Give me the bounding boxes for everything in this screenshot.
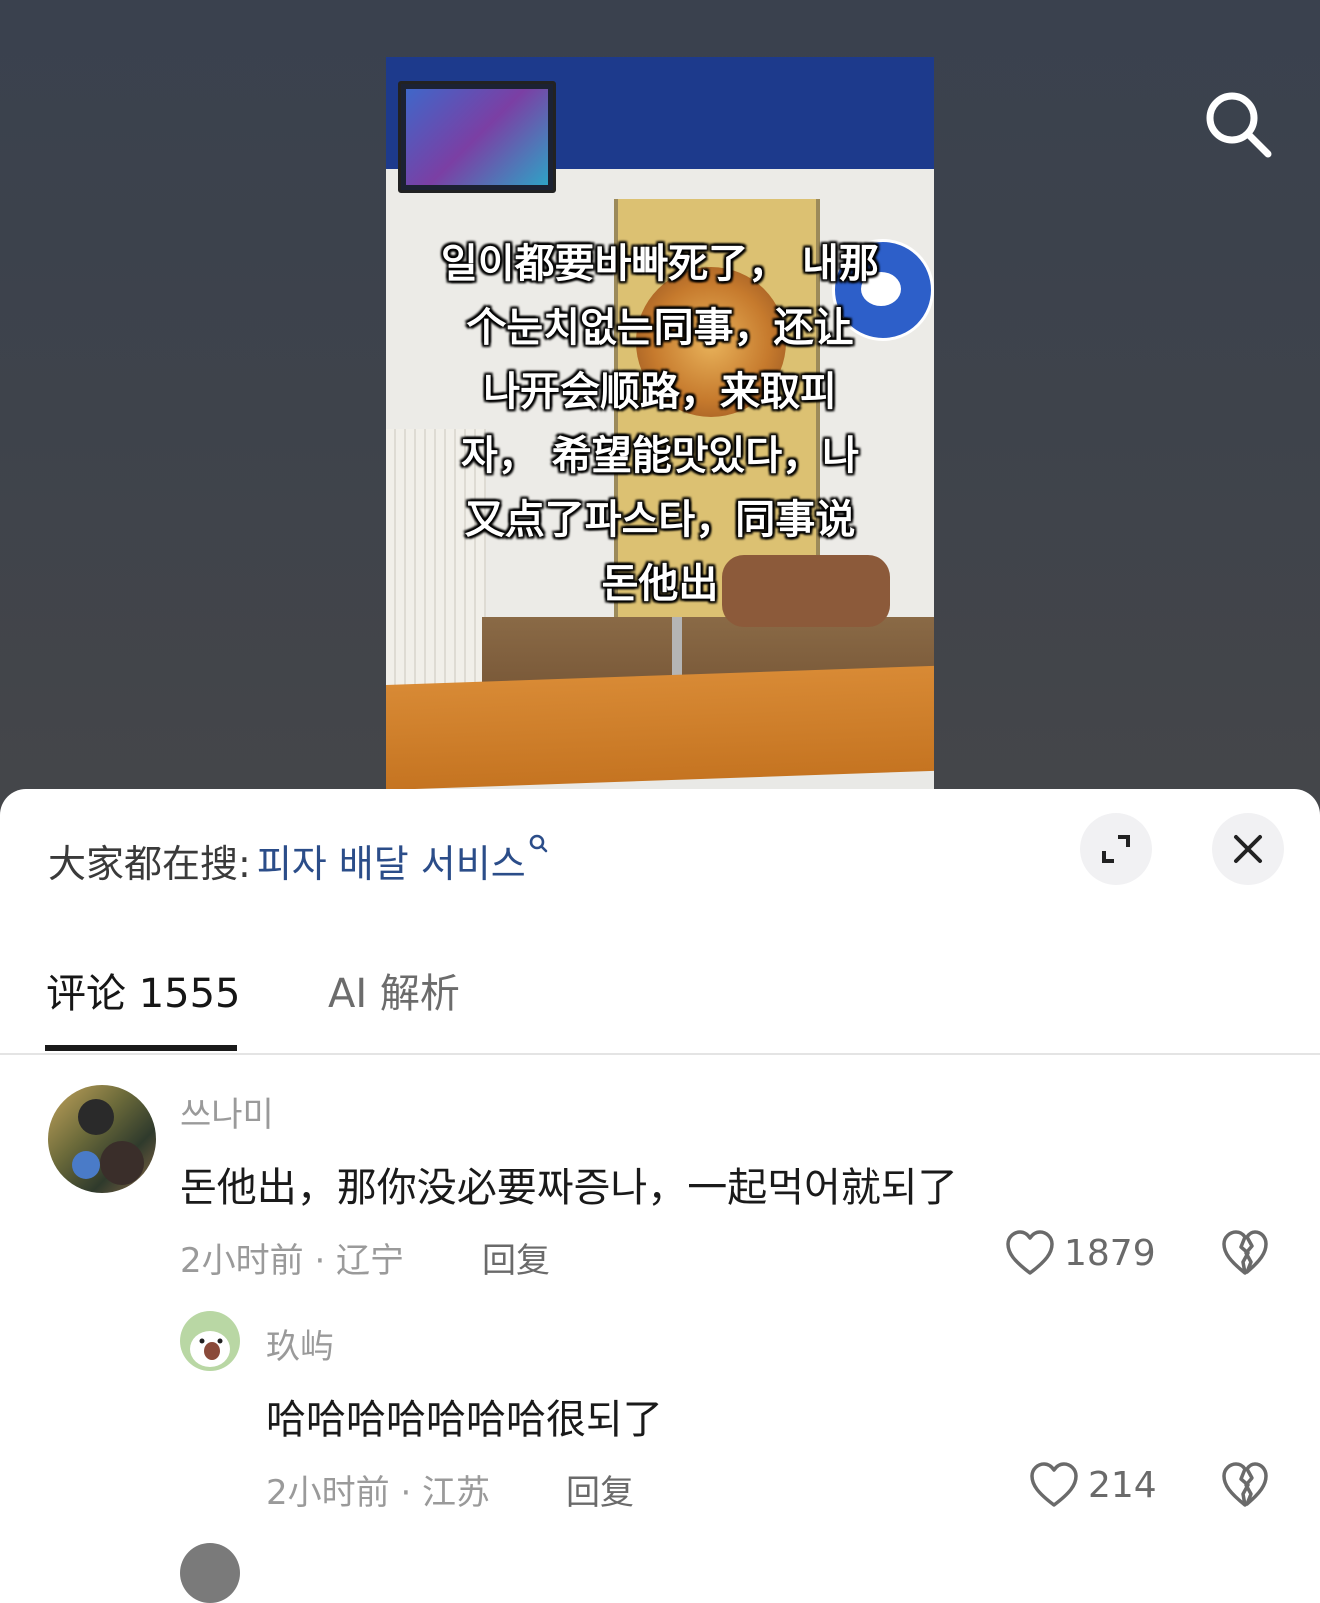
search-icon: [1206, 92, 1272, 158]
reply-button[interactable]: 回复: [566, 1465, 634, 1514]
like-button[interactable]: 214: [1028, 1461, 1157, 1509]
active-tab-indicator: [45, 1045, 237, 1051]
avatar-image: [72, 1099, 144, 1185]
close-button[interactable]: [1212, 813, 1284, 885]
caption-line: 돈他出: [601, 561, 719, 607]
dislike-button[interactable]: [1220, 1229, 1270, 1281]
caption-line: 일이都要바빠死了， 내那: [441, 241, 879, 287]
like-button[interactable]: 1879: [1004, 1229, 1156, 1277]
expand-icon: [1102, 835, 1130, 863]
trending-query: 피자 배달 서비스: [256, 841, 526, 886]
caption-line: 又点了파스타，同事说: [464, 497, 856, 543]
broken-heart-icon: [1222, 1462, 1268, 1507]
comment-meta: 2小时前 · 江苏: [266, 1473, 491, 1513]
video-caption: 일이都要바빠死了， 내那 个눈치없는同事，还让 나开会顺路，来取피 자， 希望能…: [420, 232, 900, 616]
avatar[interactable]: [180, 1543, 240, 1603]
scene-tv: [398, 81, 556, 193]
expand-button[interactable]: [1080, 813, 1152, 885]
avatar[interactable]: [180, 1311, 240, 1371]
caption-line: 나开会顺路，来取피: [483, 369, 837, 415]
avatar[interactable]: [48, 1085, 156, 1193]
dislike-button[interactable]: [1220, 1461, 1270, 1513]
avatar-image: [190, 1331, 230, 1367]
comment-sheet: 大家都在搜: 피자 배달 서비스 评论 1555 AI 解析 쓰나미 돈他出，那…: [0, 789, 1320, 1603]
comment-username[interactable]: 쓰나미: [180, 1087, 274, 1136]
comment-text: 哈哈哈哈哈哈哈很되了: [266, 1397, 663, 1443]
like-count: 214: [1088, 1464, 1157, 1506]
tab-ai-analysis[interactable]: AI 解析: [328, 961, 460, 1019]
heart-icon: [1030, 1462, 1078, 1507]
scene-table: [386, 665, 934, 790]
comment-meta: 2小时前 · 辽宁: [180, 1241, 405, 1281]
trending-label: 大家都在搜:: [48, 841, 251, 886]
close-icon: [1234, 835, 1262, 863]
search-icon: [529, 834, 548, 852]
reply-button[interactable]: 回复: [482, 1233, 550, 1282]
like-count: 1879: [1064, 1232, 1156, 1274]
broken-heart-icon: [1222, 1230, 1268, 1275]
trending-search: 大家都在搜: 피자 배달 서비스: [48, 829, 550, 891]
caption-line: 个눈치없는同事，还让: [466, 305, 854, 351]
tab-comments[interactable]: 评论 1555: [46, 961, 241, 1019]
trending-query-link[interactable]: 피자 배달 서비스: [257, 833, 550, 888]
caption-line: 자， 希望能맛있다，나: [461, 433, 859, 479]
comment-text: 돈他出，那你没必要짜증나，一起먹어就되了: [180, 1165, 958, 1211]
video-player[interactable]: 일이都要바빠死了， 내那 个눈치없는同事，还让 나开会顺路，来取피 자， 希望能…: [0, 0, 1320, 830]
heart-icon: [1006, 1230, 1054, 1275]
tab-bar: 评论 1555 AI 解析: [0, 957, 1320, 1055]
search-button[interactable]: [1200, 86, 1276, 162]
comment-username[interactable]: 玖屿: [266, 1319, 334, 1368]
